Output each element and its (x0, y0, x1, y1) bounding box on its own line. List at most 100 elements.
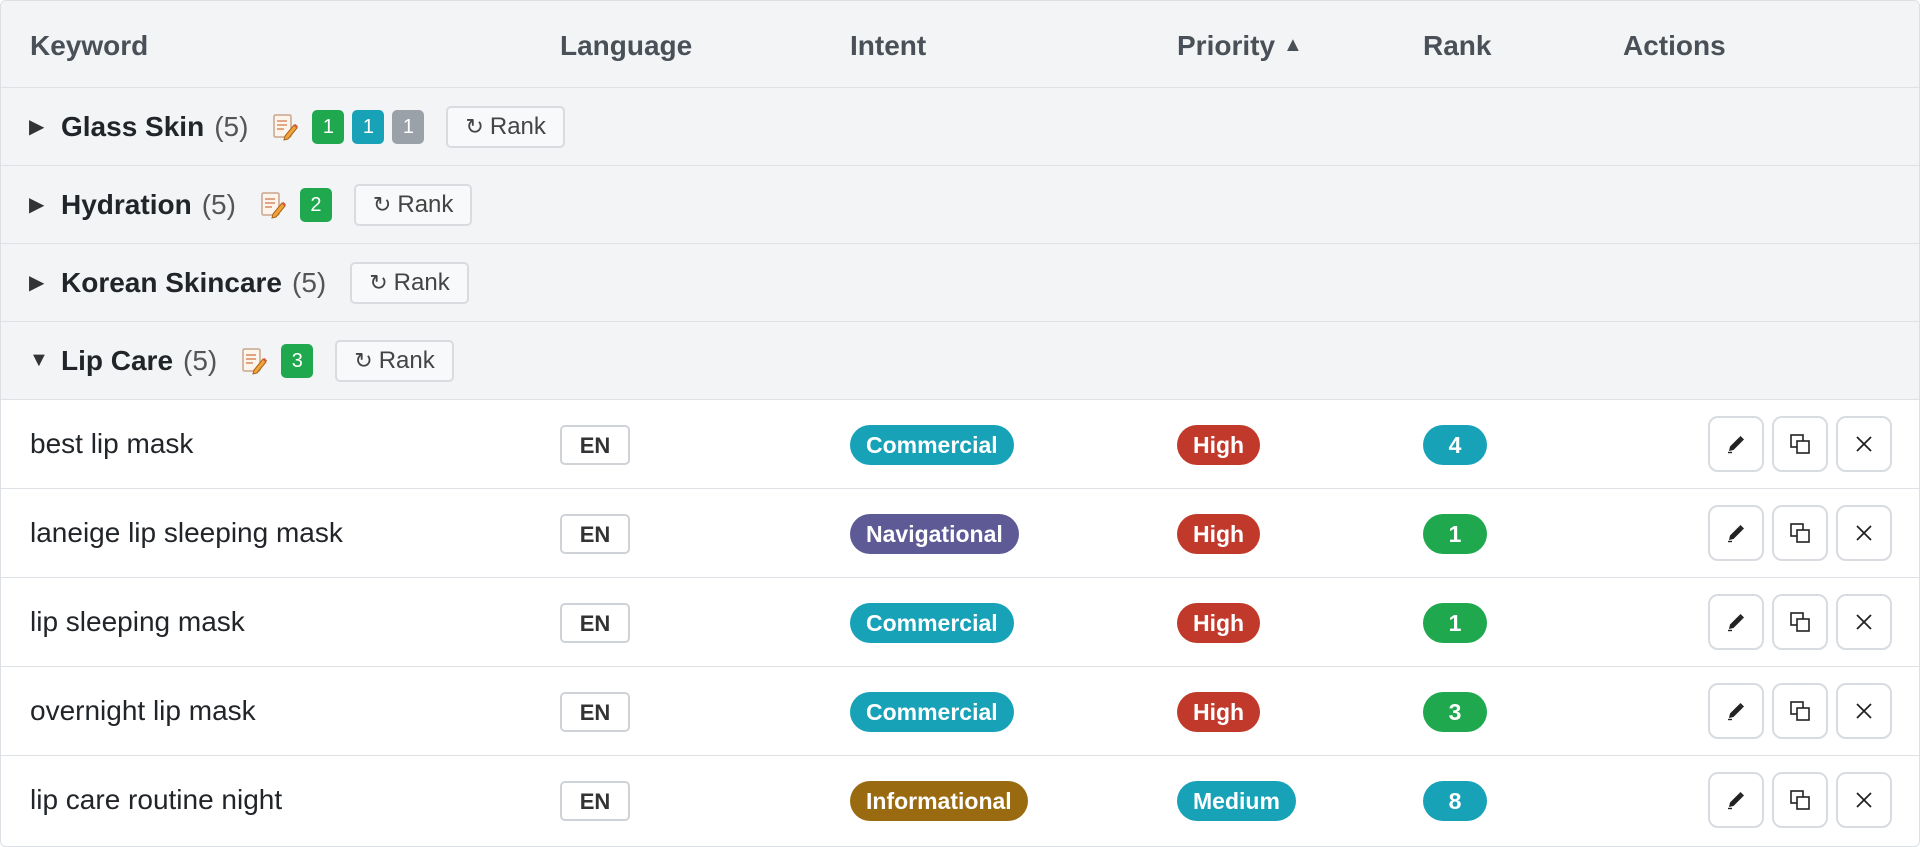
document-edit-icon (260, 191, 286, 219)
duplicate-button[interactable] (1772, 505, 1828, 561)
rank-badge: 1 (1423, 603, 1487, 643)
edit-button[interactable] (1708, 416, 1764, 472)
pencil-icon (1725, 522, 1747, 544)
rank-badge: 3 (1423, 692, 1487, 732)
caret-right-icon[interactable]: ▶ (29, 192, 51, 217)
pencil-icon (1725, 789, 1747, 811)
group-header: ▶ Glass Skin (5) 1 1 1 ↻ Rank (29, 88, 565, 165)
group-count: (5) (201, 188, 236, 220)
close-icon (1853, 700, 1875, 722)
group-row[interactable]: ▶ Hydration (5) 2 ↻ Rank (1, 166, 1919, 244)
table-row: best lip mask EN Commercial High 4 (1, 400, 1919, 489)
rank-button-label: Rank (489, 112, 546, 140)
group-name: Hydration (61, 188, 192, 220)
group-count: (5) (183, 344, 218, 376)
duplicate-button[interactable] (1772, 772, 1828, 828)
column-header-intent[interactable]: Intent (850, 30, 926, 62)
edit-button[interactable] (1708, 505, 1764, 561)
close-icon (1853, 611, 1875, 633)
column-header-language[interactable]: Language (560, 30, 692, 62)
table-row: lip care routine night EN Informational Med… (1, 756, 1919, 845)
priority-badge: High (1177, 514, 1261, 554)
keyword-cell: lip care routine night (30, 784, 283, 815)
language-badge: EN (560, 425, 630, 465)
duplicate-icon (1788, 432, 1812, 456)
rank-badge: 1 (1423, 514, 1487, 554)
caret-right-icon[interactable]: ▶ (29, 270, 51, 295)
group-stat-badge: 2 (299, 187, 332, 222)
close-icon (1853, 522, 1875, 544)
column-header-rank[interactable]: Rank (1423, 30, 1491, 62)
edit-button[interactable] (1708, 772, 1764, 828)
group-header: ▶ Korean Skincare (5) ↻ Rank (29, 244, 469, 321)
rank-group-button[interactable]: ↻ Rank (335, 339, 454, 382)
language-badge: EN (560, 692, 630, 732)
sort-ascending-icon: ▲ (1283, 34, 1303, 56)
refresh-icon: ↻ (372, 191, 392, 217)
document-edit-icon (241, 347, 268, 375)
group-stat-badge: 3 (281, 343, 314, 378)
group-header: ▼ Lip Care (5) 3 ↻ Rank (29, 322, 454, 399)
group-header: ▶ Hydration (5) 2 ↻ Rank (29, 166, 473, 243)
refresh-icon: ↻ (465, 113, 484, 139)
close-icon (1853, 433, 1875, 455)
rank-badge: 4 (1423, 425, 1487, 465)
keyword-cell: best lip mask (30, 428, 194, 459)
duplicate-icon (1788, 788, 1812, 812)
priority-badge: High (1177, 692, 1261, 732)
pencil-icon (1725, 433, 1747, 455)
intent-badge: Informational (850, 781, 1028, 821)
group-count: (5) (214, 110, 249, 142)
group-row[interactable]: ▼ Lip Care (5) 3 ↻ Rank (1, 322, 1919, 400)
column-header-keyword[interactable]: Keyword (30, 30, 148, 62)
edit-button[interactable] (1708, 683, 1764, 739)
priority-badge: High (1177, 603, 1261, 643)
caret-right-icon[interactable]: ▶ (29, 114, 51, 139)
column-header-actions: Actions (1623, 30, 1726, 61)
refresh-icon: ↻ (369, 269, 388, 295)
keyword-cell: lip sleeping mask (30, 606, 245, 637)
duplicate-button[interactable] (1772, 416, 1828, 472)
group-count: (5) (292, 266, 327, 298)
rank-button-label: Rank (393, 268, 450, 296)
delete-button[interactable] (1836, 416, 1892, 472)
refresh-icon: ↻ (354, 347, 373, 373)
delete-button[interactable] (1836, 505, 1892, 561)
delete-button[interactable] (1836, 594, 1892, 650)
pencil-icon (1725, 611, 1747, 633)
rank-group-button[interactable]: ↻ Rank (350, 261, 469, 304)
intent-badge: Navigational (850, 514, 1019, 554)
intent-badge: Commercial (850, 692, 1014, 732)
delete-button[interactable] (1836, 683, 1892, 739)
table-row: lip sleeping mask EN Commercial High 1 (1, 578, 1919, 667)
column-header-priority-label: Priority (1177, 30, 1276, 61)
duplicate-button[interactable] (1772, 594, 1828, 650)
group-stat-badge: 1 (352, 109, 385, 144)
duplicate-icon (1788, 699, 1812, 723)
column-header-priority[interactable]: Priority ▲ (1177, 30, 1303, 62)
language-badge: EN (560, 514, 630, 554)
group-stat-badge: 1 (392, 109, 425, 144)
pencil-icon (1725, 700, 1747, 722)
rank-button-label: Rank (378, 346, 435, 374)
keyword-cell: overnight lip mask (30, 695, 256, 726)
rank-group-button[interactable]: ↻ Rank (446, 105, 565, 148)
intent-badge: Commercial (850, 425, 1014, 465)
caret-down-icon[interactable]: ▼ (29, 349, 51, 372)
document-edit-icon (272, 113, 299, 141)
duplicate-icon (1788, 610, 1812, 634)
edit-button[interactable] (1708, 594, 1764, 650)
group-name: Glass Skin (61, 110, 205, 142)
rank-group-button[interactable]: ↻ Rank (353, 183, 473, 226)
intent-badge: Commercial (850, 603, 1014, 643)
delete-button[interactable] (1836, 772, 1892, 828)
language-badge: EN (560, 603, 630, 643)
keyword-cell: laneige lip sleeping mask (30, 517, 343, 548)
table-row: overnight lip mask EN Commercial High 3 (1, 667, 1919, 756)
duplicate-button[interactable] (1772, 683, 1828, 739)
group-row[interactable]: ▶ Glass Skin (5) 1 1 1 ↻ Rank (1, 88, 1919, 166)
group-row[interactable]: ▶ Korean Skincare (5) ↻ Rank (1, 244, 1919, 322)
table-row: laneige lip sleeping mask EN Navigational H… (1, 489, 1919, 578)
group-name: Korean Skincare (61, 266, 282, 298)
rank-button-label: Rank (397, 190, 454, 218)
